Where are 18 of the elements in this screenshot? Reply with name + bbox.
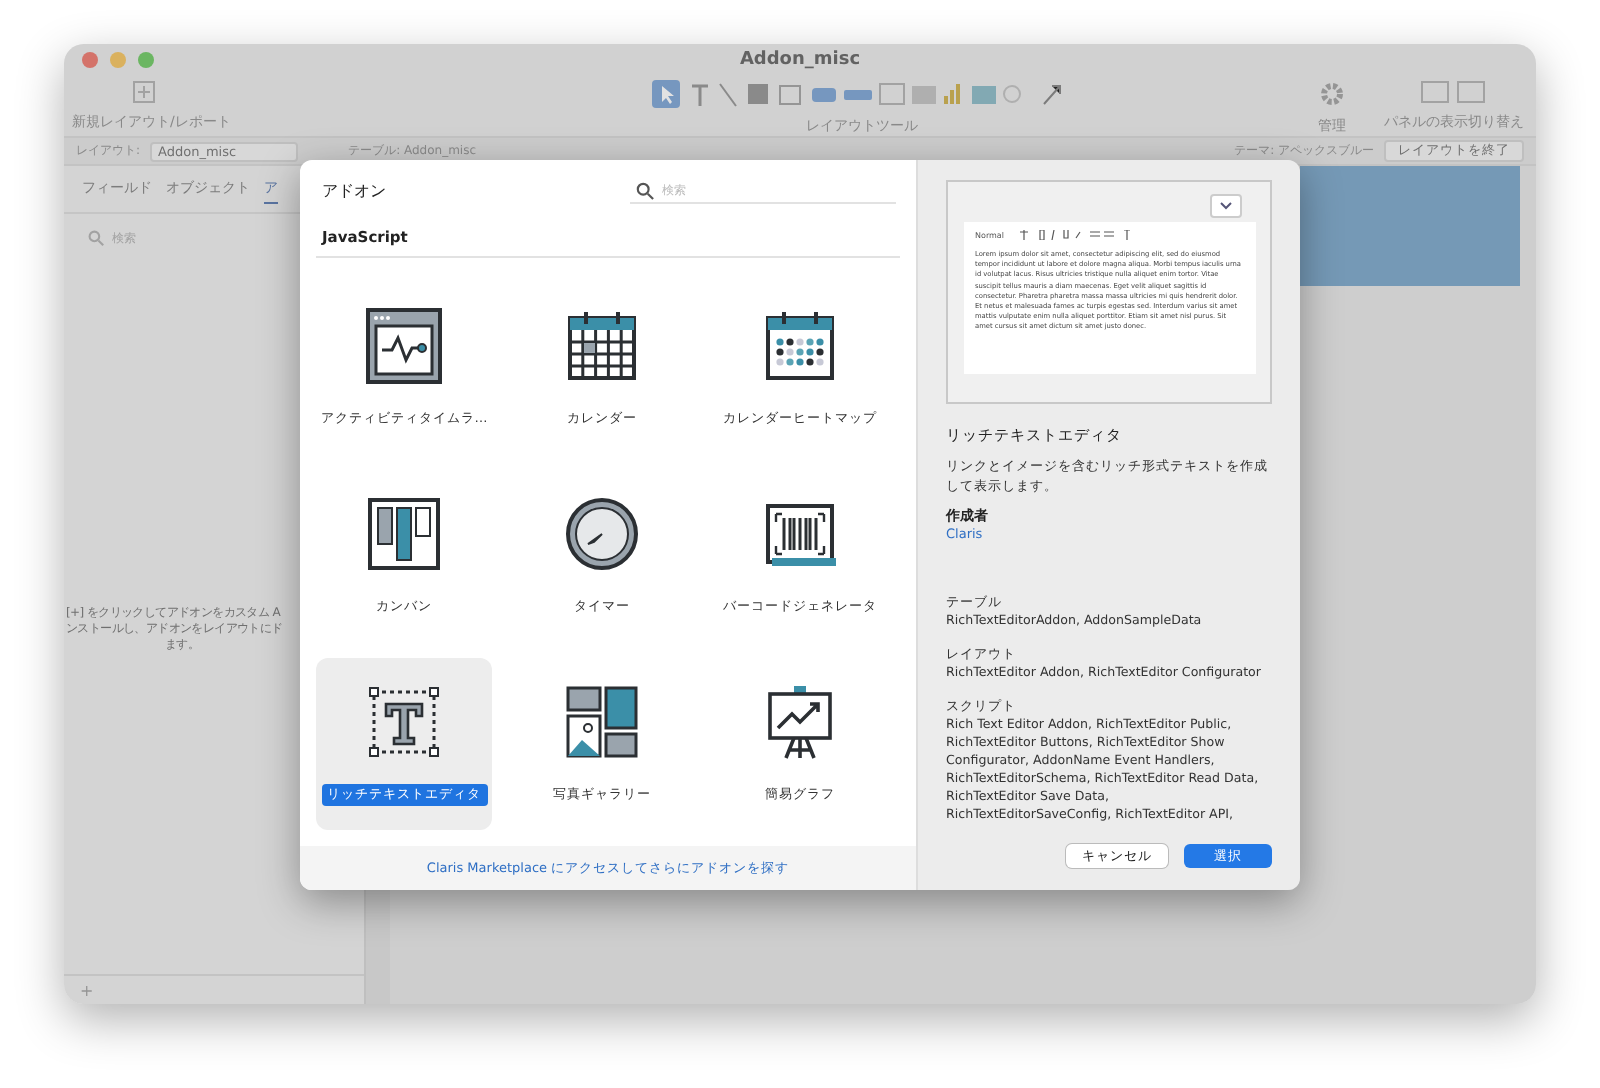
new-layout-icon[interactable] — [132, 80, 156, 104]
timer-icon — [562, 494, 642, 574]
search-icon — [88, 230, 104, 246]
kanban-board-icon — [364, 494, 444, 574]
heatmap-calendar-icon — [760, 306, 840, 386]
dialog-title: アドオン — [322, 180, 386, 202]
close-button[interactable] — [82, 52, 98, 68]
panel-toggle-icon[interactable] — [1420, 80, 1488, 104]
zoom-button[interactable] — [138, 52, 154, 68]
search-icon — [636, 181, 654, 199]
calendar-icon — [562, 306, 642, 386]
minimize-button[interactable] — [110, 52, 126, 68]
chevron-icon — [1220, 202, 1232, 210]
photo-gallery-icon — [562, 682, 642, 762]
window-title: Addon_misc — [739, 50, 861, 70]
text-tool-icon — [364, 682, 444, 762]
activity-chart-icon — [364, 306, 444, 386]
configure-button[interactable] — [1210, 194, 1242, 218]
